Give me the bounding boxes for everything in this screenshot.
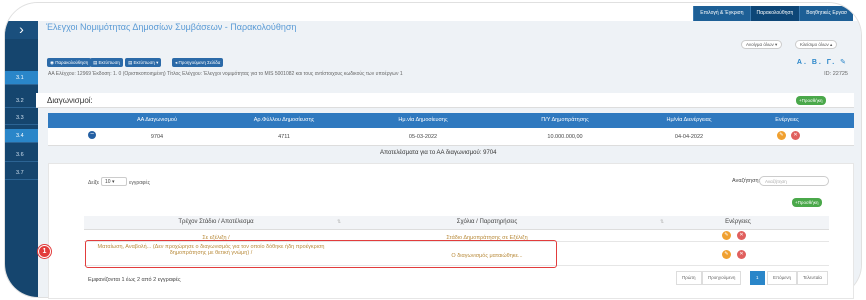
- col-tender-id[interactable]: ΑΑ Διαγωνισμού: [137, 117, 177, 123]
- section-title: Διαγωνισμοί:: [47, 96, 93, 105]
- col-sub-actions: Ενέργειες: [725, 219, 751, 225]
- print-button[interactable]: ▤ Εκτύπωση: [90, 58, 123, 67]
- col-budget[interactable]: Π/Υ Δημοπράτησης: [541, 117, 589, 123]
- abc-links[interactable]: Α. Β. Γ. ✎: [797, 58, 848, 66]
- sort-icon[interactable]: ⇅: [337, 219, 341, 225]
- eye-icon: ◉: [50, 60, 54, 65]
- sidebar: › 3.1 3.2 3.3 3.4 3.6 3.7: [5, 21, 38, 297]
- print-dropdown-button[interactable]: ▤ Εκτύπωση ▾: [125, 58, 162, 67]
- menu-monitoring[interactable]: Παρακολούθηση: [749, 6, 800, 21]
- top-menu: Επιλογή & Έγκριση Παρακολούθηση Βοηθητικ…: [693, 6, 853, 21]
- add-tender-label: Προσθήκη: [801, 98, 823, 103]
- pager-first[interactable]: Πρώτη: [676, 271, 702, 285]
- print-button-label: Εκτύπωση: [98, 60, 120, 65]
- highlight-box: [85, 240, 557, 268]
- sidebar-item-3-4[interactable]: 3.4: [5, 129, 38, 143]
- pager-previous[interactable]: Προηγούμενη: [702, 271, 742, 285]
- previous-page-button[interactable]: ◂ Προηγούμενη Σελίδα: [172, 58, 224, 67]
- record-id: ID: 22725: [824, 71, 848, 77]
- results-caption: Αποτελέσματα για το ΑΑ διαγωνισμού: 9704: [380, 150, 497, 156]
- table-row: [48, 128, 854, 146]
- pager-last[interactable]: Τελευταία: [797, 271, 828, 285]
- expand-all-label: Ανοίγμα όλων: [746, 42, 774, 47]
- page-size-select[interactable]: 10 ▾: [101, 177, 127, 186]
- sidebar-item-3-1[interactable]: 3.1: [5, 71, 38, 85]
- col-publication-date[interactable]: Ημ.νία Δημοσίευσης: [398, 117, 447, 123]
- delete-icon[interactable]: ✕: [737, 250, 746, 259]
- pager-page-1[interactable]: 1: [750, 271, 765, 285]
- tenders-section-header: [36, 93, 854, 108]
- delete-icon[interactable]: ✕: [737, 231, 746, 240]
- edit-icon[interactable]: ✎: [777, 131, 786, 140]
- sidebar-item-3-3[interactable]: 3.3: [5, 111, 38, 125]
- cell-execution-date: 04-04-2022: [674, 134, 704, 140]
- pencil-icon[interactable]: ✎: [840, 59, 848, 66]
- col-publication-sheet[interactable]: Αρ.Φύλλου Δημοσίευσης: [254, 117, 315, 123]
- col-actions: Ενέργειες: [775, 117, 799, 123]
- sidebar-item-3-6[interactable]: 3.6: [5, 148, 38, 162]
- sidebar-toggle-button[interactable]: ›: [5, 21, 38, 39]
- page-size-value: 10: [105, 179, 111, 185]
- add-result-button[interactable]: +Προσθήκη: [792, 198, 822, 207]
- col-current-stage[interactable]: Τρέχον Στάδιο / Αποτέλεσμα: [178, 219, 253, 225]
- collapse-all-label: Κλείσιμο όλων: [800, 42, 829, 47]
- search-input[interactable]: Αναζήτηση: [759, 176, 829, 186]
- menu-selection-approval[interactable]: Επιλογή & Έγκριση: [693, 6, 750, 21]
- show-suffix: εγγραφές: [129, 180, 151, 186]
- print-icon: ▤: [128, 60, 133, 65]
- abc-letters: Α. Β. Γ.: [796, 59, 837, 66]
- sort-icon[interactable]: ⇅: [660, 219, 664, 225]
- sidebar-item-3-2[interactable]: 3.2: [5, 94, 38, 108]
- print-dropdown-label: Εκτύπωση: [133, 60, 155, 65]
- records-info: Εμφανίζονται 1 έως 2 από 2 εγγραφές: [88, 277, 181, 283]
- control-info: ΑΑ Ελέγχου: 12969 Έκδοση: 1. 0 (Οριστικο…: [48, 71, 403, 77]
- cell-publication-date: 05-03-2022: [408, 134, 438, 140]
- collapse-all-dropdown[interactable]: Κλείσιμο όλων ▴: [795, 40, 838, 49]
- search-label: Αναζήτηση:: [732, 178, 761, 184]
- monitoring-button[interactable]: ◉ Παρακολούθηση: [47, 58, 92, 67]
- page-title: Έλεγχοι Νομιμότητας Δημοσίων Συμβάσεων -…: [46, 22, 297, 32]
- menu-auxiliary-tasks[interactable]: Βοηθητικές Εργασ: [799, 6, 853, 21]
- cell-budget: 10.000.000,00: [547, 134, 583, 140]
- annotation-badge: 1: [38, 245, 51, 258]
- col-execution-date[interactable]: Ημ/νία Διενέργειας: [667, 117, 712, 123]
- top-navbar: Επιλογή & Έγκριση Παρακολούθηση Βοηθητικ…: [5, 3, 861, 21]
- cell-tender-id: 9704: [150, 134, 164, 140]
- add-tender-button[interactable]: +Προσθήκη: [796, 96, 826, 105]
- delete-icon[interactable]: ✕: [791, 131, 800, 140]
- cell-publication-sheet: 4711: [278, 134, 290, 140]
- pager-next[interactable]: Επόμενη: [767, 271, 797, 285]
- sidebar-item-3-7[interactable]: 3.7: [5, 166, 38, 180]
- show-prefix: Δείξε: [88, 180, 100, 186]
- print-icon: ▤: [93, 60, 98, 65]
- edit-icon[interactable]: ✎: [722, 250, 731, 259]
- monitoring-button-label: Παρακολούθηση: [55, 60, 89, 65]
- add-result-label: Προσθήκη: [797, 200, 819, 205]
- edit-icon[interactable]: ✎: [722, 231, 731, 240]
- collapse-row-icon[interactable]: −: [88, 131, 96, 139]
- previous-page-label: Προηγούμενη Σελίδα: [178, 60, 221, 65]
- expand-all-dropdown[interactable]: Ανοίγμα όλων ▾: [741, 40, 783, 49]
- col-comments[interactable]: Σχόλια / Παρατηρήσεις: [457, 219, 517, 225]
- back-icon: ◂: [175, 60, 178, 65]
